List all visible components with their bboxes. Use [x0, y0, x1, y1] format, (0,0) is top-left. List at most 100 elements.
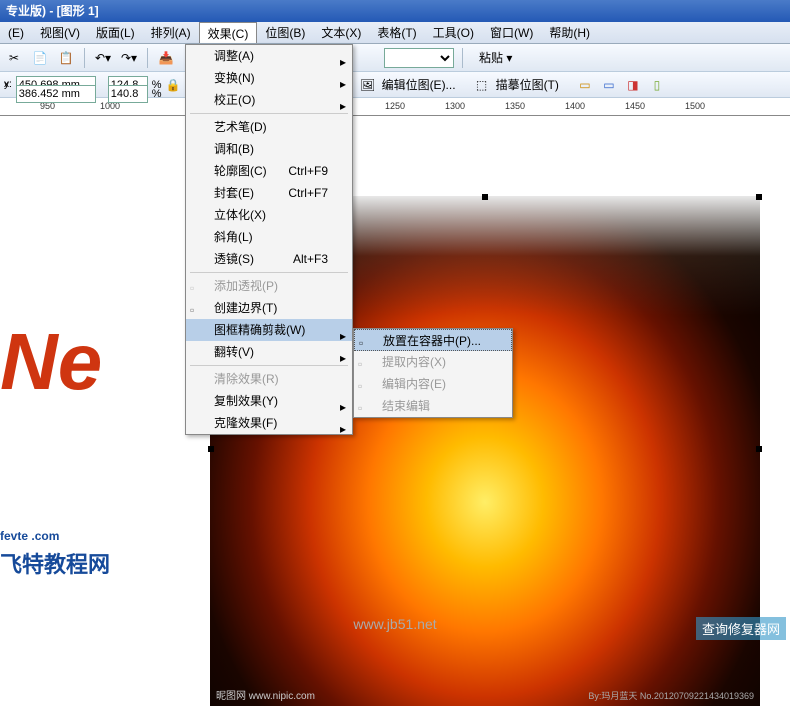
ruler-tick: 1400 — [565, 101, 585, 111]
title-bar: 专业版) - [图形 1] — [0, 0, 790, 22]
cut-icon[interactable]: ✂ — [4, 48, 24, 68]
window-title: 专业版) - [图形 1] — [6, 4, 99, 18]
menu-item[interactable]: 立体化(X) — [186, 204, 352, 226]
menu-label: 校正(O) — [214, 89, 255, 111]
submenu-label: 结束编辑 — [382, 399, 430, 413]
menu-label: 透镜(S) — [214, 248, 254, 270]
submenu-item[interactable]: ▫放置在容器中(P)... — [354, 329, 512, 351]
image-credit-right: By:玛月蓝天 No.20120709221434019369 — [588, 689, 754, 702]
submenu-arrow-icon: ▸ — [340, 347, 346, 369]
menu-item: 清除效果(R) — [186, 368, 352, 390]
separator — [462, 48, 463, 68]
menu-label: 翻转(V) — [214, 341, 254, 363]
menu-bitmap[interactable]: 位图(B) — [257, 22, 313, 43]
menu-item[interactable]: 翻转(V)▸ — [186, 341, 352, 363]
menu-layout[interactable]: 版面(L) — [88, 22, 143, 43]
y-label: y: — [4, 79, 12, 90]
edit-icon: ▫ — [358, 375, 376, 393]
tool-icon-2[interactable]: ▭ — [599, 75, 619, 95]
menu-arrange[interactable]: 排列(A) — [143, 22, 199, 43]
zoom-select[interactable] — [384, 48, 454, 68]
redo-icon[interactable]: ↷▾ — [119, 48, 139, 68]
menu-item: ▫添加透视(P) — [186, 275, 352, 297]
paste-icon[interactable]: 📋 — [56, 48, 76, 68]
menu-table[interactable]: 表格(T) — [369, 22, 424, 43]
selection-handle[interactable] — [482, 194, 488, 200]
fevte-cn: 飞特教程网 — [0, 547, 110, 579]
ruler-tick: 1500 — [685, 101, 705, 111]
menu-item[interactable]: 图框精确剪裁(W)▸ — [186, 319, 352, 341]
y-input[interactable] — [16, 85, 96, 103]
import-icon[interactable]: 📥 — [156, 48, 176, 68]
trace-bitmap-button[interactable]: 描摹位图(T) — [496, 76, 559, 93]
shortcut: Alt+F3 — [293, 248, 328, 270]
selection-handle[interactable] — [756, 446, 762, 452]
menu-edit[interactable]: (E) — [0, 22, 32, 43]
menu-label: 清除效果(R) — [214, 368, 279, 390]
menu-item[interactable]: 斜角(L) — [186, 226, 352, 248]
menu-item[interactable]: 透镜(S) Alt+F3 — [186, 248, 352, 270]
tool-icon-3[interactable]: ◨ — [623, 75, 643, 95]
menu-label: 调整(A) — [214, 45, 254, 67]
menu-item[interactable]: 变换(N)▸ — [186, 67, 352, 89]
menu-label: 创建边界(T) — [214, 297, 277, 319]
menu-tools[interactable]: 工具(O) — [425, 22, 482, 43]
ruler-tick: 1450 — [625, 101, 645, 111]
menu-window[interactable]: 窗口(W) — [482, 22, 541, 43]
copy-icon[interactable]: 📄 — [30, 48, 50, 68]
ruler-tick: 1250 — [385, 101, 405, 111]
menu-icon: ▫ — [190, 277, 208, 295]
menu-icon: ▫ — [190, 299, 208, 317]
main-toolbar: ✂ 📄 📋 ↶▾ ↷▾ 📥 📤 粘贴 ▾ — [0, 44, 790, 72]
submenu-arrow-icon: ▸ — [340, 418, 346, 440]
menu-label: 封套(E) — [214, 182, 254, 204]
ne-logo: Ne — [0, 316, 102, 408]
shortcut: Ctrl+F7 — [288, 182, 328, 204]
tool-icon-4[interactable]: ▯ — [647, 75, 667, 95]
tool-icon-1[interactable]: ▭ — [575, 75, 595, 95]
menu-item[interactable]: 封套(E) Ctrl+F7 — [186, 182, 352, 204]
submenu-label: 编辑内容(E) — [382, 377, 446, 391]
selection-handle[interactable] — [208, 446, 214, 452]
shortcut: Ctrl+F9 — [288, 160, 328, 182]
trace-bitmap-icon[interactable]: ⬚ — [472, 75, 492, 95]
menu-item[interactable]: ▫ 创建边界(T) — [186, 297, 352, 319]
edit-bitmap-button[interactable]: 编辑位图(E)... — [382, 76, 456, 93]
menu-view[interactable]: 视图(V) — [32, 22, 88, 43]
menu-label: 调和(B) — [214, 138, 254, 160]
paste-button[interactable]: 粘贴 ▾ — [471, 48, 520, 68]
edit-bitmap-icon[interactable]: 🖼 — [358, 75, 378, 95]
menu-label: 斜角(L) — [214, 226, 253, 248]
undo-icon[interactable]: ↶▾ — [93, 48, 113, 68]
fevte-url: fevte .com — [0, 516, 110, 547]
menu-item[interactable]: 调和(B) — [186, 138, 352, 160]
selection-handle[interactable] — [756, 194, 762, 200]
submenu-label: 提取内容(X) — [382, 355, 446, 369]
menu-item[interactable]: 轮廓图(C) Ctrl+F9 — [186, 160, 352, 182]
menu-label: 复制效果(Y) — [214, 390, 278, 412]
ruler-tick: 1350 — [505, 101, 525, 111]
menu-effects[interactable]: 效果(C) — [199, 22, 258, 43]
menu-text[interactable]: 文本(X) — [313, 22, 369, 43]
watermark: www.jb51.net — [353, 616, 436, 632]
fevte-logo: fevte .com 飞特教程网 — [0, 516, 110, 579]
menu-item[interactable]: 复制效果(Y)▸ — [186, 390, 352, 412]
container-icon: ▫ — [359, 332, 377, 350]
extract-icon: ▫ — [358, 353, 376, 371]
menu-item[interactable]: 校正(O)▸ — [186, 89, 352, 111]
menu-item[interactable]: 艺术笔(D) — [186, 116, 352, 138]
menu-item[interactable]: 调整(A)▸ — [186, 45, 352, 67]
menu-item[interactable]: 克隆效果(F)▸ — [186, 412, 352, 434]
height-input[interactable] — [108, 85, 148, 103]
corner-watermark: 查询修复器网 — [696, 617, 786, 640]
powerclip-submenu: ▫放置在容器中(P)...▫提取内容(X)▫编辑内容(E)▫结束编辑 — [353, 328, 513, 418]
menu-label: 图框精确剪裁(W) — [214, 319, 305, 341]
menu-label: 艺术笔(D) — [214, 116, 267, 138]
effects-menu-dropdown: 调整(A)▸变换(N)▸校正(O)▸艺术笔(D)调和(B)轮廓图(C)Ctrl+… — [185, 44, 353, 435]
menu-label: 克隆效果(F) — [214, 412, 277, 434]
lock-icon[interactable]: 🔒 — [166, 78, 180, 92]
separator — [147, 48, 148, 68]
menu-help[interactable]: 帮助(H) — [541, 22, 598, 43]
menu-label: 轮廓图(C) — [214, 160, 267, 182]
ruler-tick: 950 — [40, 101, 55, 111]
